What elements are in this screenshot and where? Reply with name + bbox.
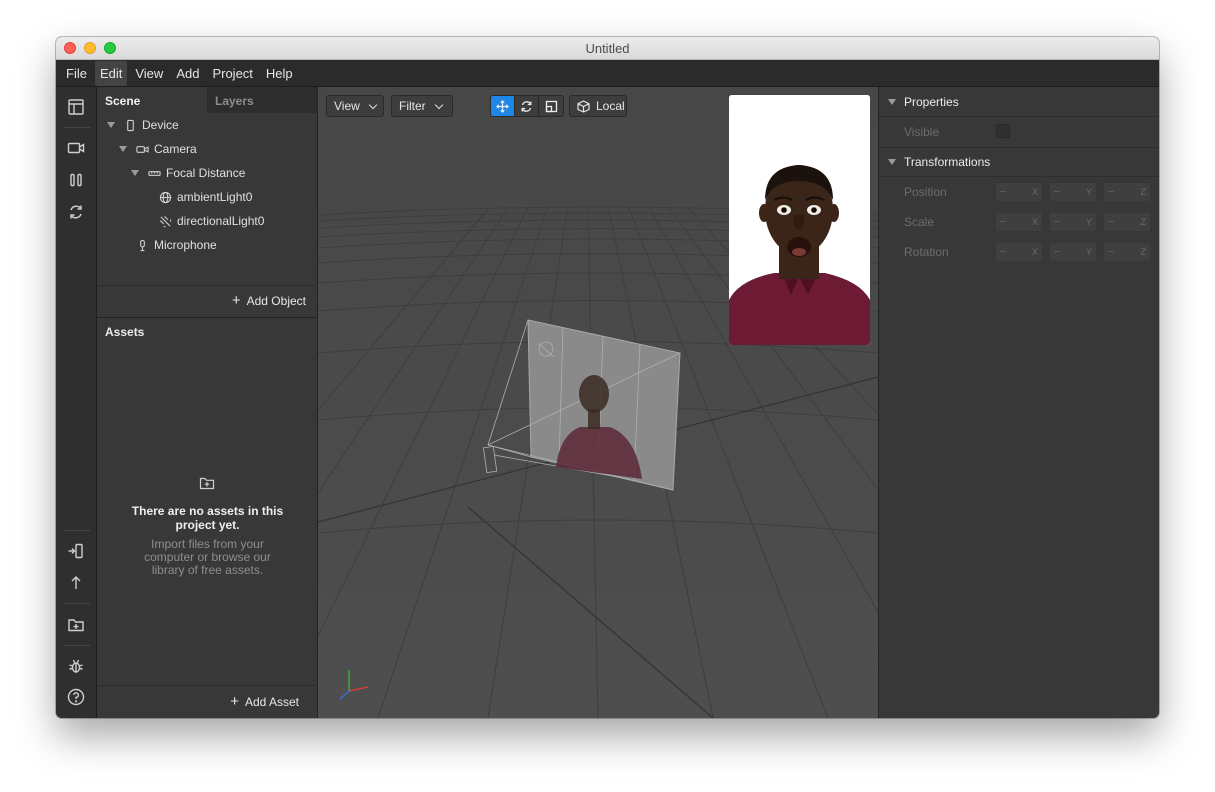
transform-tool-group — [490, 95, 564, 117]
transformations-title: Transformations — [904, 155, 991, 169]
visible-label: Visible — [904, 125, 940, 139]
scene-viewport[interactable]: View Filter Local — [318, 87, 878, 718]
rotation-x-field[interactable]: – X — [995, 242, 1043, 262]
scene-footer: + Add Object — [97, 285, 318, 317]
tree-item-microphone[interactable]: Microphone — [135, 233, 217, 257]
move-icon — [496, 99, 509, 113]
add-asset-button[interactable]: + Add Asset — [230, 693, 299, 710]
visible-checkbox[interactable] — [996, 124, 1010, 138]
rotation-label: Rotation — [904, 245, 949, 259]
menu-view[interactable]: View — [130, 61, 168, 86]
assets-empty-title: There are no assets in this project yet. — [131, 504, 284, 532]
local-space-button[interactable]: Local — [569, 95, 627, 117]
tree-item-focal-distance[interactable]: Focal Distance — [131, 161, 245, 185]
scale-x-field[interactable]: – X — [995, 212, 1043, 232]
cube-icon — [577, 99, 590, 113]
app-window: Untitled File Edit View Add Project Help — [56, 37, 1159, 718]
tree-item-label: ambientLight0 — [177, 190, 253, 204]
pause-bars-icon[interactable] — [64, 168, 88, 192]
assets-empty-subtitle: Import files from your computer or brows… — [144, 537, 271, 577]
tree-item-label: Focal Distance — [166, 166, 246, 180]
menu-add[interactable]: Add — [171, 61, 204, 86]
help-icon[interactable] — [64, 685, 88, 709]
scene-tabs: Scene Layers — [97, 87, 317, 113]
menu-project[interactable]: Project — [207, 61, 257, 86]
assets-footer: + Add Asset — [97, 685, 318, 718]
microphone-icon — [135, 238, 149, 252]
tree-item-camera[interactable]: Camera — [119, 137, 197, 161]
preview-video-image — [729, 95, 870, 345]
plus-icon: + — [231, 292, 241, 309]
tree-item-ambient-light[interactable]: ambientLight0 — [158, 185, 252, 209]
menu-help[interactable]: Help — [261, 61, 298, 86]
rotation-z-field[interactable]: – Z — [1103, 242, 1151, 262]
menu-file[interactable]: File — [61, 61, 92, 86]
tree-item-directional-light[interactable]: directionalLight0 — [158, 209, 264, 233]
assets-title: Assets — [105, 325, 145, 339]
chevron-down-icon — [368, 100, 378, 109]
rotate-tool-button[interactable] — [515, 96, 539, 116]
scale-y-field[interactable]: – Y — [1049, 212, 1097, 232]
phone-icon — [123, 118, 137, 132]
tab-scene[interactable]: Scene — [97, 87, 207, 113]
device-preview[interactable] — [729, 95, 870, 345]
menu-edit[interactable]: Edit — [94, 60, 128, 86]
bug-icon[interactable] — [64, 654, 88, 678]
ruler-icon — [147, 166, 161, 180]
move-tool-button[interactable] — [491, 96, 515, 116]
collapse-triangle-icon — [888, 159, 896, 165]
globe-light-icon — [158, 190, 172, 204]
window-title: Untitled — [585, 41, 630, 56]
add-folder-icon[interactable] — [64, 613, 88, 637]
position-y-field[interactable]: – Y — [1049, 182, 1097, 202]
scale-icon — [545, 100, 557, 112]
tree-item-label: directionalLight0 — [177, 214, 265, 228]
video-icon[interactable] — [64, 136, 88, 160]
left-panel: Scene Layers Device Camera Focal Distanc… — [97, 87, 318, 718]
directional-light-icon — [158, 214, 172, 228]
view-dropdown[interactable]: View — [326, 95, 384, 117]
position-x-field[interactable]: – X — [995, 182, 1043, 202]
properties-section-header[interactable]: Properties — [879, 87, 1159, 117]
inspector-panel: Properties Visible Transformations Posit… — [878, 87, 1159, 718]
scale-label: Scale — [904, 215, 935, 229]
layout-icon[interactable] — [64, 95, 88, 119]
rotate-icon — [521, 100, 532, 112]
sync-icon[interactable] — [64, 200, 88, 224]
add-asset-label: Add Asset — [244, 695, 299, 709]
title-bar: Untitled — [56, 37, 1159, 60]
expand-triangle-icon[interactable] — [131, 170, 139, 176]
expand-triangle-icon[interactable] — [119, 146, 127, 152]
rotation-y-field[interactable]: – Y — [1049, 242, 1097, 262]
properties-title: Properties — [904, 94, 959, 109]
tree-item-label: Camera — [154, 142, 197, 156]
scale-z-field[interactable]: – Z — [1103, 212, 1151, 232]
scale-tool-button[interactable] — [539, 96, 563, 116]
plus-icon: + — [230, 693, 239, 710]
view-dropdown-label: View — [334, 99, 360, 113]
transformations-section-header[interactable]: Transformations — [879, 147, 1159, 177]
collapse-triangle-icon — [888, 98, 896, 105]
position-label: Position — [904, 185, 947, 199]
expand-triangle-icon[interactable] — [107, 122, 115, 128]
import-device-icon[interactable] — [64, 539, 88, 563]
tab-layers[interactable]: Layers — [207, 87, 317, 113]
tree-item-label: Microphone — [154, 238, 217, 252]
filter-dropdown-label: Filter — [399, 99, 426, 113]
tree-item-label: Device — [142, 118, 179, 132]
add-folder-icon — [199, 475, 217, 493]
camera-icon — [135, 142, 149, 156]
chevron-down-icon — [434, 100, 443, 109]
filter-dropdown[interactable]: Filter — [391, 95, 453, 117]
menu-bar: File Edit View Add Project Help — [56, 60, 1159, 87]
assets-panel: Assets There are no assets in this proje… — [97, 317, 318, 718]
local-space-label: Local — [596, 99, 625, 113]
add-object-label: Add Object — [246, 294, 306, 308]
tree-item-device[interactable]: Device — [107, 113, 179, 137]
tool-strip — [56, 87, 97, 718]
position-z-field[interactable]: – Z — [1103, 182, 1151, 202]
upload-arrow-icon[interactable] — [64, 571, 88, 595]
add-object-button[interactable]: + Add Object — [231, 292, 306, 309]
